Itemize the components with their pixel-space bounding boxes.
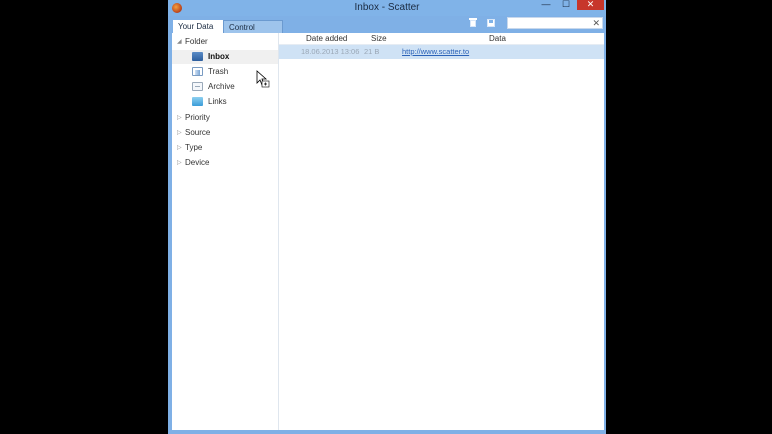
sidebar-item-links[interactable]: Links bbox=[172, 95, 278, 109]
collapse-arrow-icon[interactable]: ▷ bbox=[177, 126, 182, 140]
data-table: Date added Size Data 18.06.2013 13:06 21… bbox=[279, 33, 604, 430]
cell-size: 21 B bbox=[364, 47, 380, 56]
search-input[interactable]: ✕ bbox=[507, 17, 603, 29]
expand-arrow-icon[interactable]: ◢ bbox=[177, 35, 182, 49]
collapse-arrow-icon[interactable]: ▷ bbox=[177, 141, 182, 155]
collapse-arrow-icon[interactable]: ▷ bbox=[177, 156, 182, 170]
sidebar-item-label: Source bbox=[185, 128, 211, 137]
sidebar-item-inbox[interactable]: Inbox bbox=[172, 50, 278, 64]
drag-cursor-icon bbox=[256, 70, 270, 88]
sidebar: ◢ Folder Inbox Trash Archive Links ▷ Pri… bbox=[172, 33, 279, 430]
sidebar-item-source[interactable]: ▷ Source bbox=[172, 126, 278, 140]
sidebar-item-label: Links bbox=[208, 97, 227, 106]
sidebar-item-label: Trash bbox=[208, 67, 229, 76]
trash-icon[interactable] bbox=[469, 18, 477, 28]
sidebar-item-priority[interactable]: ▷ Priority bbox=[172, 111, 278, 125]
table-row[interactable]: 18.06.2013 13:06 21 B http://www.scatter… bbox=[279, 45, 604, 59]
sidebar-item-type[interactable]: ▷ Type bbox=[172, 141, 278, 155]
cell-data-link[interactable]: http://www.scatter.to bbox=[402, 45, 469, 59]
tab-your-data[interactable]: Your Data bbox=[173, 20, 227, 33]
column-header-date-added[interactable]: Date added bbox=[306, 33, 347, 44]
sidebar-item-label: Inbox bbox=[208, 52, 230, 61]
sidebar-item-label: Archive bbox=[208, 82, 235, 91]
links-folder-icon bbox=[192, 97, 203, 106]
maximize-button[interactable]: ☐ bbox=[557, 0, 575, 10]
sidebar-item-folder[interactable]: ◢ Folder bbox=[172, 35, 278, 49]
sidebar-item-label: Type bbox=[185, 143, 203, 152]
sidebar-item-label: Priority bbox=[185, 113, 210, 122]
tab-control-panel[interactable]: Control Panel bbox=[223, 20, 283, 45]
clear-search-icon[interactable]: ✕ bbox=[592, 18, 600, 29]
collapse-arrow-icon[interactable]: ▷ bbox=[177, 111, 182, 125]
minimize-button[interactable]: — bbox=[537, 0, 555, 10]
trash-folder-icon bbox=[192, 67, 203, 76]
app-window: Inbox - Scatter — ☐ ✕ Your Data Control … bbox=[168, 0, 606, 434]
close-button[interactable]: ✕ bbox=[577, 0, 604, 10]
save-icon[interactable] bbox=[487, 18, 495, 28]
sidebar-item-label: Folder bbox=[185, 37, 208, 46]
sidebar-item-label: Device bbox=[185, 158, 210, 167]
archive-icon bbox=[192, 82, 203, 91]
sidebar-item-device[interactable]: ▷ Device bbox=[172, 156, 278, 170]
column-header-size[interactable]: Size bbox=[371, 33, 387, 44]
cell-date-added: 18.06.2013 13:06 bbox=[301, 47, 360, 56]
title-bar[interactable]: Inbox - Scatter — ☐ ✕ bbox=[168, 0, 606, 16]
inbox-icon bbox=[192, 52, 203, 61]
column-header-data[interactable]: Data bbox=[489, 33, 506, 44]
